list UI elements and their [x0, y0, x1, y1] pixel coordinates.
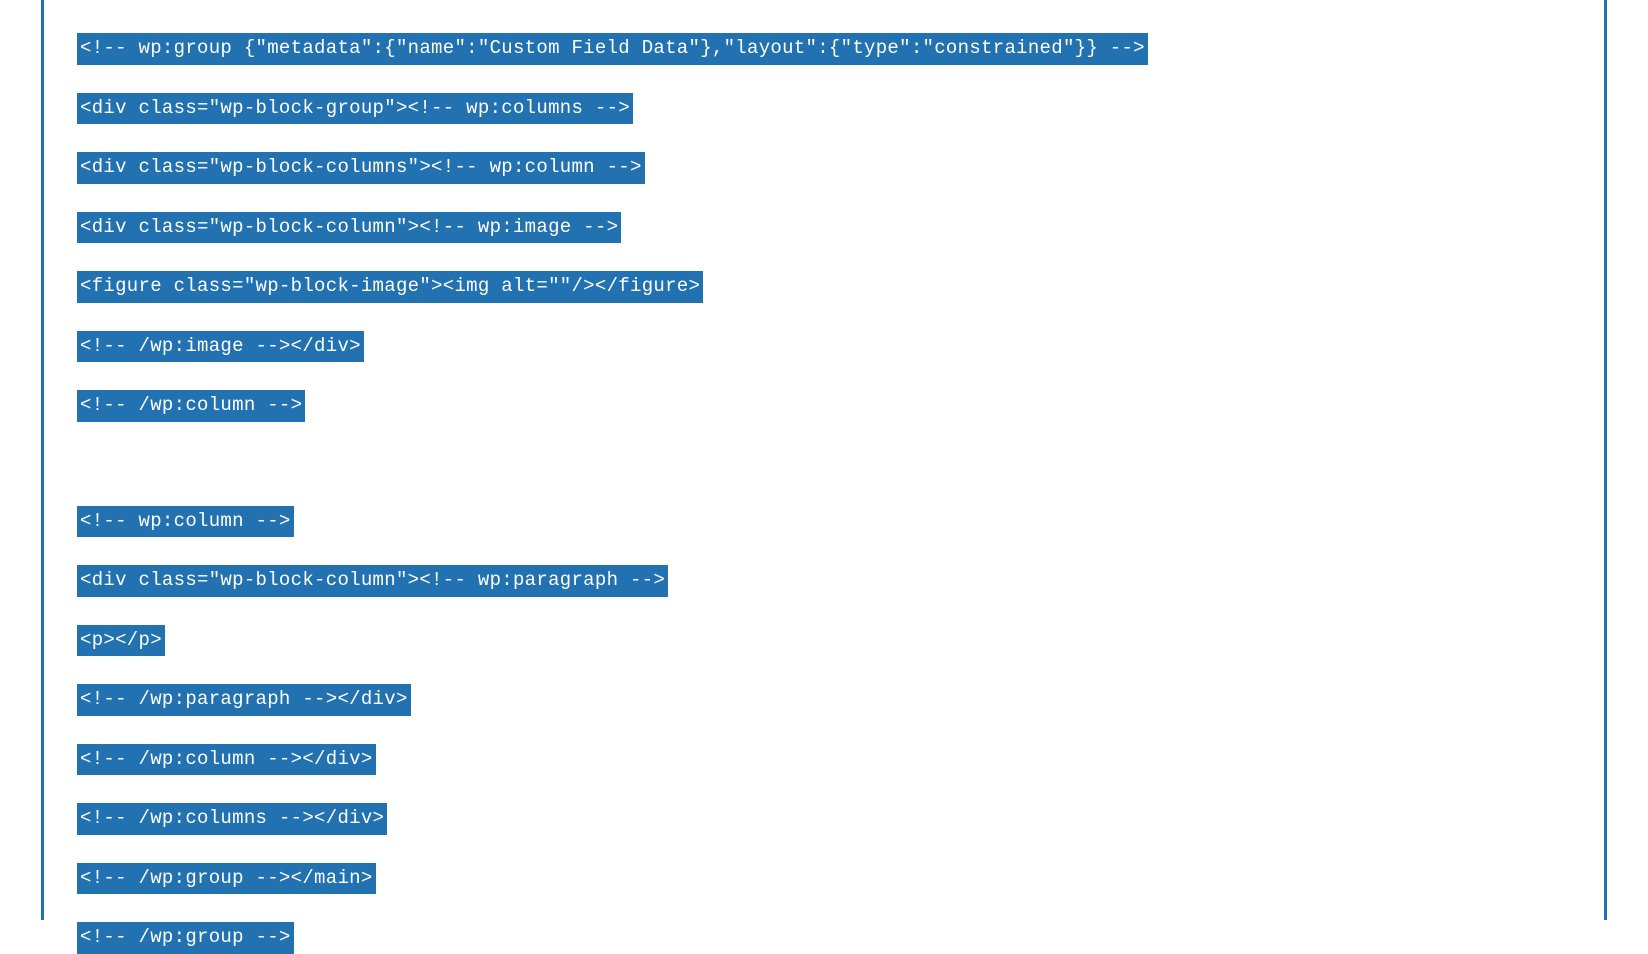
code-line[interactable]: <div class="wp-block-column"><!-- wp:par…: [77, 565, 1571, 597]
code-line[interactable]: <!-- wp:group {"metadata":{"name":"Custo…: [77, 33, 1571, 65]
code-text[interactable]: <div class="wp-block-column"><!-- wp:par…: [77, 565, 668, 597]
code-line[interactable]: <!-- /wp:column -->: [77, 390, 1571, 422]
code-text[interactable]: <div class="wp-block-column"><!-- wp:ima…: [77, 212, 621, 244]
code-line[interactable]: <!-- /wp:image --></div>: [77, 331, 1571, 363]
code-text[interactable]: <div class="wp-block-columns"><!-- wp:co…: [77, 152, 645, 184]
code-line[interactable]: <!-- /wp:group --></main>: [77, 863, 1571, 895]
code-text[interactable]: <!-- wp:group {"metadata":{"name":"Custo…: [77, 33, 1148, 65]
code-text[interactable]: <!-- wp:column -->: [77, 506, 294, 538]
code-text[interactable]: <!-- /wp:paragraph --></div>: [77, 684, 411, 716]
code-container: <!-- wp:group {"metadata":{"name":"Custo…: [77, 33, 1571, 954]
code-line[interactable]: <div class="wp-block-group"><!-- wp:colu…: [77, 93, 1571, 125]
code-line[interactable]: <!-- /wp:group -->: [77, 922, 1571, 954]
code-block-frame: <!-- wp:group {"metadata":{"name":"Custo…: [41, 0, 1607, 920]
code-line[interactable]: <!-- /wp:paragraph --></div>: [77, 684, 1571, 716]
code-text[interactable]: <!-- /wp:group -->: [77, 922, 294, 954]
code-text[interactable]: <!-- /wp:group --></main>: [77, 863, 376, 895]
code-line[interactable]: <p></p>: [77, 625, 1571, 657]
code-text[interactable]: <!-- /wp:columns --></div>: [77, 803, 387, 835]
code-text[interactable]: <p></p>: [77, 625, 165, 657]
code-text[interactable]: <!-- /wp:column --></div>: [77, 744, 376, 776]
code-text[interactable]: <!-- /wp:column -->: [77, 390, 305, 422]
code-line[interactable]: <!-- /wp:columns --></div>: [77, 803, 1571, 835]
blank-line: [77, 450, 1571, 478]
code-line[interactable]: <!-- wp:column -->: [77, 506, 1571, 538]
code-text[interactable]: <figure class="wp-block-image"><img alt=…: [77, 271, 703, 303]
code-line[interactable]: <figure class="wp-block-image"><img alt=…: [77, 271, 1571, 303]
code-line[interactable]: <div class="wp-block-columns"><!-- wp:co…: [77, 152, 1571, 184]
code-text[interactable]: <div class="wp-block-group"><!-- wp:colu…: [77, 93, 633, 125]
code-line[interactable]: <div class="wp-block-column"><!-- wp:ima…: [77, 212, 1571, 244]
code-line[interactable]: <!-- /wp:column --></div>: [77, 744, 1571, 776]
code-text[interactable]: <!-- /wp:image --></div>: [77, 331, 364, 363]
